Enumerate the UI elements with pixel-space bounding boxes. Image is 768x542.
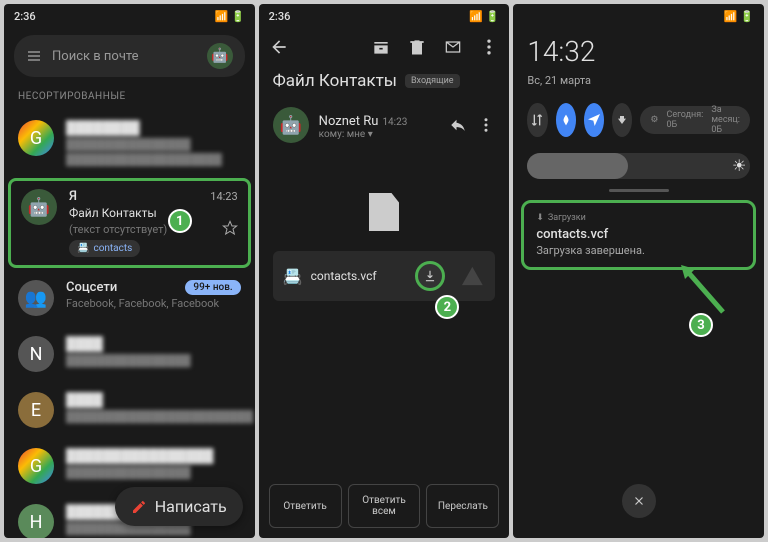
attachment-row[interactable]: 📇 contacts.vcf 2 [273, 251, 496, 301]
arrow-annotation [673, 257, 733, 317]
badge: 99+ нов. [185, 280, 240, 295]
inbox-label: Входящие [405, 74, 460, 88]
data-toggle[interactable] [527, 103, 547, 137]
mail-icon[interactable] [443, 37, 463, 57]
brightness-slider[interactable]: ☀ [527, 153, 750, 179]
avatar-icon: G [18, 120, 54, 156]
reply-all-button[interactable]: Ответить всем [348, 484, 421, 528]
email-item-highlighted[interactable]: 🤖 Я 14:23 Файл Контакты (текст отсутству… [8, 178, 251, 268]
search-placeholder: Поиск в почте [52, 49, 197, 64]
message-actions: Ответить Ответить всем Переслать [269, 484, 500, 528]
more-icon[interactable] [477, 116, 495, 134]
avatar-icon: 🤖 [21, 189, 57, 225]
attachment-chip[interactable]: 📇 contacts [69, 240, 140, 257]
download-button[interactable] [415, 261, 445, 291]
message-toolbar [259, 29, 510, 65]
download-notification[interactable]: ⬇ Загрузки contacts.vcf Загрузка заверше… [521, 200, 756, 270]
status-icons: 📶 🔋 [215, 10, 245, 23]
archive-icon[interactable] [371, 37, 391, 57]
notif-status: Загрузка завершена. [536, 244, 741, 257]
status-bar: 📶 🔋 [513, 4, 764, 29]
clock: 14:32 [513, 29, 764, 74]
menu-icon[interactable] [26, 48, 42, 64]
email-item[interactable]: G ████████ ████████████████ ████████████… [4, 110, 255, 176]
filename: contacts.vcf [311, 269, 408, 283]
message-header: 🤖 Noznet Ru14:23 кому: мне ▾ [259, 97, 510, 153]
sender-avatar: 🤖 [273, 107, 309, 143]
search-bar[interactable]: Поиск в почте 🤖 [14, 35, 245, 77]
more-icon[interactable] [479, 37, 499, 57]
section-header: НЕСОРТИРОВАННЫЕ [4, 83, 255, 110]
gmail-message-screen: 2:36 📶 🔋 Файл Контакты Входящие 🤖 Noznet… [259, 4, 510, 538]
avatar-icon: 👥 [18, 280, 54, 316]
notification-shade-screen: 📶 🔋 14:32 Вс, 21 марта ⚙ Сегодня: 0Б За … [513, 4, 764, 538]
step-marker-2: 2 [435, 295, 459, 319]
notif-app: ⬇ Загрузки [536, 213, 741, 223]
step-marker-1: 1 [168, 209, 192, 233]
preview: (текст отсутствует) [69, 223, 167, 236]
clear-all-button[interactable] [622, 484, 656, 518]
email-time: 14:23 [210, 190, 237, 203]
star-icon[interactable] [222, 220, 238, 236]
sender: Соцсети [66, 280, 117, 295]
data-usage-pill[interactable]: ⚙ Сегодня: 0Б За месяц: 0Б [640, 106, 750, 134]
sun-icon: ☀ [732, 156, 752, 176]
compose-button[interactable]: Написать [115, 487, 243, 526]
quick-settings: ⚙ Сегодня: 0Б За месяц: 0Б [513, 97, 764, 143]
step-marker-3: 3 [689, 313, 713, 337]
reply-icon[interactable] [449, 116, 467, 134]
email-item[interactable]: E████████████████████████████ [4, 382, 255, 438]
drive-icon[interactable] [459, 263, 485, 289]
drag-handle[interactable] [609, 189, 669, 192]
avatar[interactable]: 🤖 [207, 43, 233, 69]
preview: Facebook, Facebook, Facebook [66, 297, 241, 310]
wifi-toggle[interactable] [556, 103, 576, 137]
forward-button[interactable]: Переслать [426, 484, 499, 528]
reply-button[interactable]: Ответить [269, 484, 342, 528]
status-bar: 2:36 📶 🔋 [259, 4, 510, 29]
email-item[interactable]: G████████████████████████████████ [4, 438, 255, 494]
power-toggle[interactable] [612, 103, 632, 137]
delete-icon[interactable] [407, 37, 427, 57]
email-item-social[interactable]: 👥 Соцсети 99+ нов. Facebook, Facebook, F… [4, 270, 255, 326]
gmail-inbox-screen: 2:36 📶 🔋 Поиск в почте 🤖 НЕСОРТИРОВАННЫЕ… [4, 4, 255, 538]
email-item[interactable]: N████████████████████ [4, 326, 255, 382]
subject: Файл Контакты [69, 206, 157, 220]
notif-title: contacts.vcf [536, 227, 741, 242]
file-icon [369, 193, 399, 231]
sender: Я [69, 189, 77, 204]
status-bar: 2:36 📶 🔋 [4, 4, 255, 29]
location-toggle[interactable] [584, 103, 604, 137]
clock: 2:36 [14, 10, 36, 23]
date: Вс, 21 марта [513, 74, 764, 97]
sender-name: Noznet Ru [319, 114, 379, 129]
attachment-area: 📇 contacts.vcf 2 [273, 193, 496, 301]
message-title: Файл Контакты Входящие [259, 65, 510, 97]
back-icon[interactable] [269, 37, 289, 57]
recipient[interactable]: кому: мне ▾ [319, 129, 440, 140]
pencil-icon [131, 499, 147, 515]
